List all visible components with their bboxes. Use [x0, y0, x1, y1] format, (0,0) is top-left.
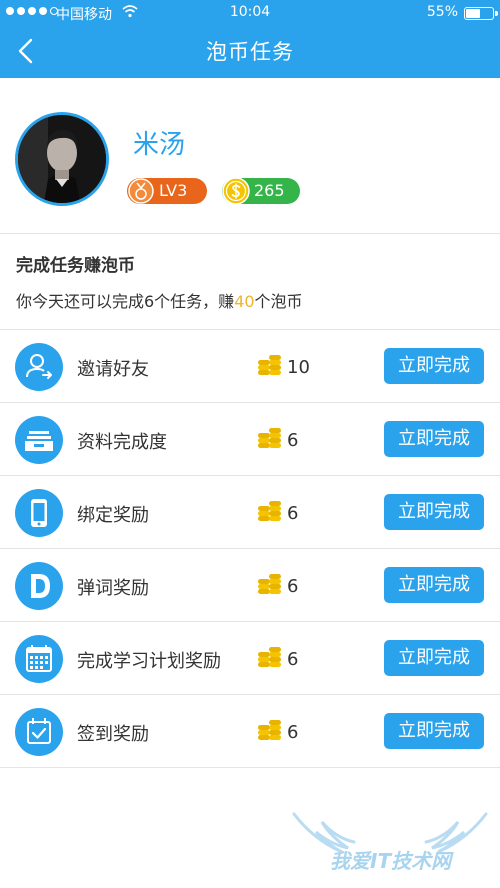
avatar[interactable]	[15, 112, 109, 206]
task-intro: 完成任务赚泡币 你今天还可以完成6个任务，赚40个泡币	[0, 234, 500, 330]
task-name: 绑定奖励	[77, 505, 149, 526]
task-name: 签到奖励	[77, 724, 149, 745]
task-reward: 6	[287, 503, 299, 524]
coin-stack-icon	[256, 571, 284, 603]
intro-desc-text: 你今天还可以完成6个任务，赚	[16, 292, 235, 311]
medal-icon	[128, 178, 154, 204]
coin-stack-icon	[256, 644, 284, 676]
coin-stack-icon	[256, 425, 284, 457]
coin-stack-icon	[256, 717, 284, 749]
status-bar: 中国移动 10:04 55%	[0, 0, 500, 26]
dollar-coin-icon	[222, 177, 250, 205]
task-name: 资料完成度	[77, 432, 167, 453]
battery-percentage: 55%	[426, 4, 458, 20]
task-reward: 6	[287, 576, 299, 597]
coin-stack-icon	[256, 352, 284, 384]
profile-section: 米汤 LV3 265	[0, 78, 500, 234]
complete-button[interactable]: 立即完成	[384, 421, 484, 457]
complete-button[interactable]: 立即完成	[384, 494, 484, 530]
coin-balance: 265	[254, 181, 285, 200]
coin-balance-badge: 265	[222, 177, 300, 205]
complete-button[interactable]: 立即完成	[384, 567, 484, 603]
task-reward: 6	[287, 649, 299, 670]
complete-button[interactable]: 立即完成	[384, 640, 484, 676]
complete-button[interactable]: 立即完成	[384, 348, 484, 384]
task-list: 邀请好友 10 立即完成 资料完成度 6 立即完成 绑定奖励 6 立即完成 弹词…	[0, 330, 500, 768]
battery-icon	[464, 7, 494, 20]
level-badge: LV3	[127, 178, 207, 204]
task-row-bind: 绑定奖励 6 立即完成	[0, 476, 500, 549]
calendar-grid-icon	[15, 635, 63, 683]
app-header: 中国移动 10:04 55% 泡币任务	[0, 0, 500, 78]
task-row-lyrics: 弹词奖励 6 立即完成	[0, 549, 500, 622]
complete-button[interactable]: 立即完成	[384, 713, 484, 749]
coin-stack-icon	[256, 498, 284, 530]
task-row-invite: 邀请好友 10 立即完成	[0, 330, 500, 403]
task-reward: 6	[287, 430, 299, 451]
page-title: 泡币任务	[206, 40, 294, 64]
task-reward: 6	[287, 722, 299, 743]
intro-description: 你今天还可以完成6个任务，赚40个泡币	[16, 288, 303, 312]
status-time: 10:04	[229, 4, 271, 20]
task-name: 完成学习计划奖励	[77, 651, 221, 672]
task-row-profile: 资料完成度 6 立即完成	[0, 403, 500, 476]
task-name: 邀请好友	[77, 359, 149, 380]
phone-icon	[15, 489, 63, 537]
level-text: LV3	[159, 181, 188, 200]
calendar-check-icon	[15, 708, 63, 756]
intro-desc-suffix: 个泡币	[254, 292, 303, 311]
task-name: 弹词奖励	[77, 578, 149, 599]
task-reward: 10	[287, 357, 310, 378]
profile-folder-icon	[15, 416, 63, 464]
letter-d-icon	[15, 562, 63, 610]
intro-title: 完成任务赚泡币	[16, 256, 135, 276]
intro-reward-highlight: 40	[234, 292, 255, 311]
task-row-checkin: 签到奖励 6 立即完成	[0, 695, 500, 768]
task-row-study-plan: 完成学习计划奖励 6 立即完成	[0, 622, 500, 695]
watermark-text: 我爱IT技术网	[330, 849, 452, 873]
username: 米汤	[133, 130, 186, 160]
invite-friend-icon	[15, 343, 63, 391]
